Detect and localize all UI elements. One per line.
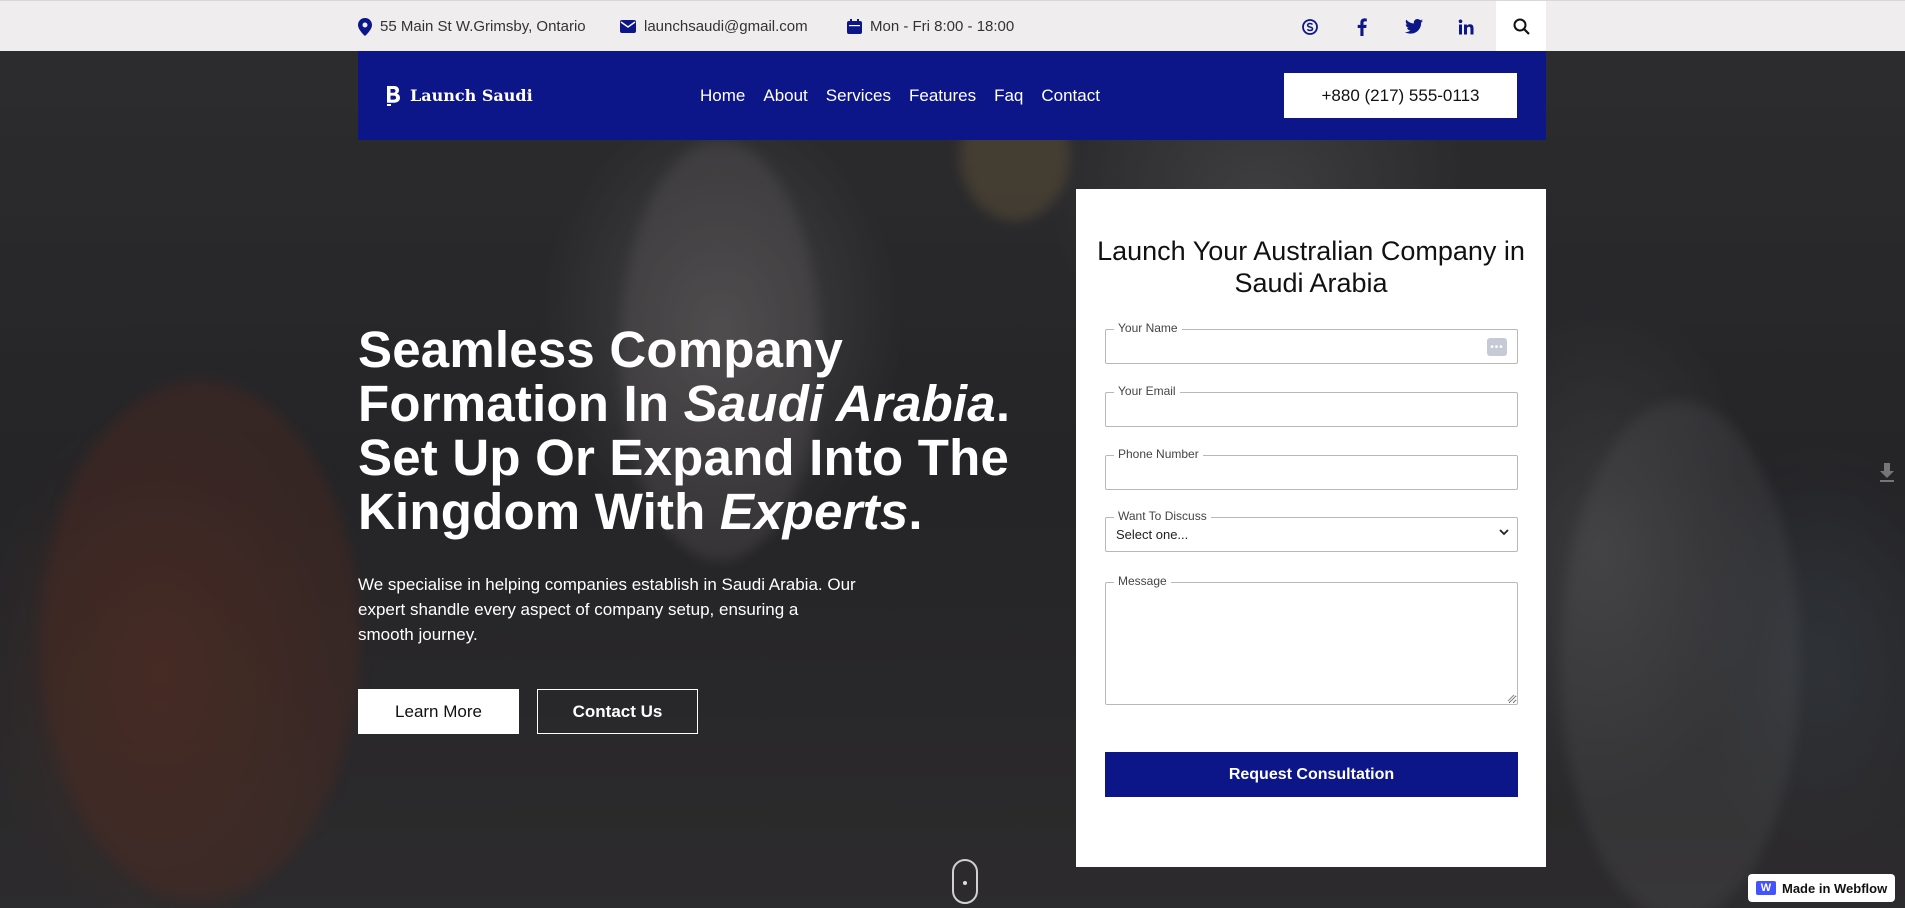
headline-line: Seamless Company	[358, 321, 844, 378]
message-field[interactable]: Message	[1105, 574, 1518, 705]
made-in-webflow-badge[interactable]: W Made in Webflow	[1748, 874, 1895, 902]
autofill-icon[interactable]: •••	[1487, 338, 1507, 356]
location-pin-icon	[358, 17, 372, 36]
hours-info: Mon - Fri 8:00 - 18:00	[847, 1, 1014, 52]
email-label: Your Email	[1114, 384, 1180, 398]
nav-menu: Home About Services Features Faq Contact	[700, 51, 1100, 140]
scroll-dot	[963, 881, 967, 885]
consultation-form-card: Launch Your Australian Company in Saudi …	[1076, 189, 1546, 867]
scroll-mouse-indicator[interactable]	[952, 859, 978, 904]
hours-text: Mon - Fri 8:00 - 18:00	[870, 18, 1015, 35]
address-info: 55 Main St W.Grimsby, Ontario	[358, 1, 586, 52]
headline-line: Set Up Or Expand Into The	[358, 429, 1010, 486]
address-text: 55 Main St W.Grimsby, Ontario	[380, 18, 586, 35]
contact-us-button[interactable]: Contact Us	[537, 689, 698, 734]
nav-link-home[interactable]: Home	[700, 86, 745, 106]
headline-line: Kingdom With Experts.	[358, 485, 1058, 539]
brand-name: Launch Saudi	[410, 86, 533, 105]
search-icon	[1513, 18, 1530, 35]
discuss-select[interactable]: Select one...	[1116, 527, 1188, 542]
envelope-icon	[620, 20, 636, 33]
request-consultation-button[interactable]: Request Consultation	[1105, 752, 1518, 797]
headline-text: .	[995, 375, 1011, 432]
nav-link-contact[interactable]: Contact	[1041, 86, 1100, 106]
brand-logo[interactable]: Launch Saudi	[384, 51, 533, 140]
skype-icon[interactable]	[1284, 1, 1336, 52]
email-field[interactable]: Your Email	[1105, 384, 1518, 427]
message-label: Message	[1114, 574, 1171, 588]
headline-text: Formation In	[358, 375, 684, 432]
headline-text: Kingdom With	[358, 483, 720, 540]
search-button[interactable]	[1496, 1, 1546, 52]
headline-text: .	[908, 483, 923, 540]
email-text[interactable]: launchsaudi@gmail.com	[644, 18, 808, 35]
facebook-icon[interactable]	[1336, 1, 1388, 52]
discuss-field[interactable]: Want To Discuss Select one...	[1105, 509, 1518, 552]
nav-link-about[interactable]: About	[763, 86, 807, 106]
email-info[interactable]: launchsaudi@gmail.com	[620, 1, 808, 52]
chevron-down-icon	[1499, 529, 1509, 536]
download-icon[interactable]	[1880, 463, 1894, 483]
learn-more-button[interactable]: Learn More	[358, 689, 519, 734]
top-bar: 55 Main St W.Grimsby, Ontario launchsaud…	[0, 0, 1905, 52]
headline-emphasis: Experts	[719, 483, 909, 540]
message-textarea[interactable]	[1106, 583, 1517, 704]
phone-field[interactable]: Phone Number	[1105, 447, 1518, 490]
phone-label: Phone Number	[1114, 447, 1203, 461]
phone-button[interactable]: +880 (217) 555-0113	[1284, 73, 1517, 118]
linkedin-icon[interactable]	[1440, 1, 1492, 52]
discuss-label: Want To Discuss	[1114, 509, 1211, 523]
social-links	[1284, 1, 1492, 52]
hero-description: We specialise in helping companies estab…	[358, 575, 856, 644]
headline-line: Formation In Saudi Arabia.	[358, 377, 1058, 431]
nav-link-services[interactable]: Services	[826, 86, 891, 106]
resize-handle-icon[interactable]	[1507, 694, 1515, 702]
name-label: Your Name	[1114, 321, 1182, 335]
webflow-logo-icon: W	[1756, 881, 1776, 895]
logo-icon	[384, 84, 404, 108]
badge-text: Made in Webflow	[1782, 880, 1888, 896]
calendar-icon	[847, 19, 862, 34]
twitter-icon[interactable]	[1388, 1, 1440, 52]
name-field[interactable]: Your Name •••	[1105, 321, 1518, 364]
nav-link-features[interactable]: Features	[909, 86, 976, 106]
form-title: Launch Your Australian Company in Saudi …	[1097, 236, 1525, 298]
hero-headline: Seamless Company Formation In Saudi Arab…	[358, 323, 1058, 539]
headline-emphasis: Saudi Arabia	[683, 375, 996, 432]
main-navbar: Launch Saudi Home About Services Feature…	[358, 51, 1546, 140]
nav-link-faq[interactable]: Faq	[994, 86, 1023, 106]
